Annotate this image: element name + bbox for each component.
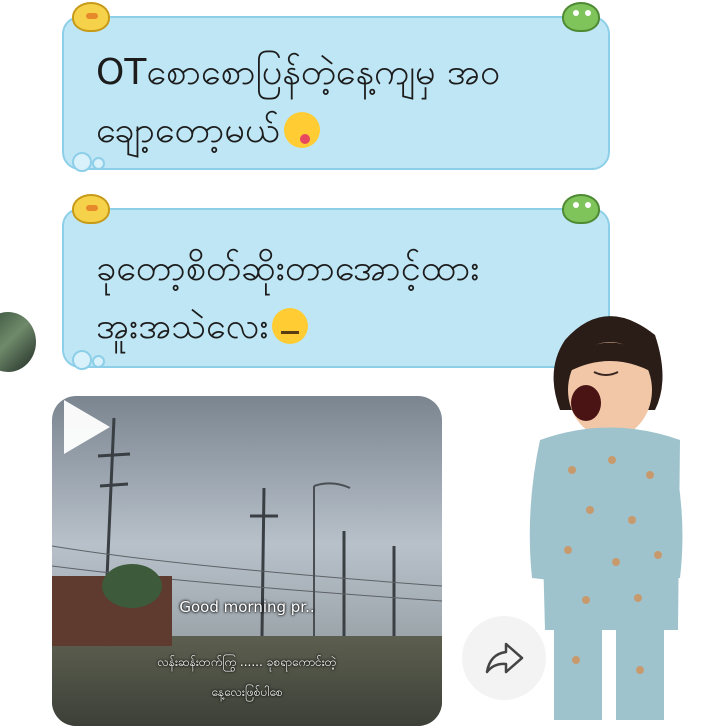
message-text: ခုတော့စိတ်ဆိုးတာအောင့်ထား အူးအသဲလေး: [96, 240, 588, 356]
message-text: OTစောစောပြန်တဲ့နေ့ကျမှ အဝ ချော့တော့မယ်: [96, 44, 588, 160]
duck-sticker-icon: [72, 2, 110, 32]
video-caption-line-2: လန်းဆန်းတက်ကြွ ...... ခုစရာကောင်းတဲ့: [157, 655, 337, 669]
bubble-tail-dot: [72, 350, 92, 370]
message-line-1: ခုတော့စိတ်ဆိုးတာအောင့်ထား: [96, 248, 480, 289]
share-arrow-icon: [485, 642, 524, 674]
frog-sticker-icon: [562, 2, 600, 32]
neutral-face-icon: [272, 308, 309, 344]
message-line-1: OTစောစောပြန်တဲ့နေ့ကျမှ အဝ: [96, 52, 501, 93]
video-caption-line-1: Good morning pr..: [179, 598, 315, 616]
bubble-tail-dot: [92, 355, 105, 368]
video-caption-line-3: နေ့လေးဖြစ်ပါစေ: [211, 685, 283, 699]
message-bubble-1[interactable]: OTစောစောပြန်တဲ့နေ့ကျမှ အဝ ချော့တော့မယ်: [62, 2, 610, 172]
message-line-2: ချော့တော့မယ်: [96, 102, 588, 160]
crying-child-sticker: [529, 316, 683, 720]
duck-sticker-icon: [72, 194, 110, 224]
winking-face-with-tongue-icon: [283, 112, 320, 148]
play-icon[interactable]: [52, 396, 114, 458]
bubble-tail-dot: [92, 157, 105, 170]
message-line-2: အူးအသဲလေး: [96, 298, 588, 356]
frog-sticker-icon: [562, 194, 600, 224]
bubble-tail-dot: [72, 152, 92, 172]
shared-video-post[interactable]: Good morning pr.. လန်းဆန်းတက်ကြွ ...... …: [52, 396, 442, 726]
sender-avatar[interactable]: [0, 312, 36, 372]
